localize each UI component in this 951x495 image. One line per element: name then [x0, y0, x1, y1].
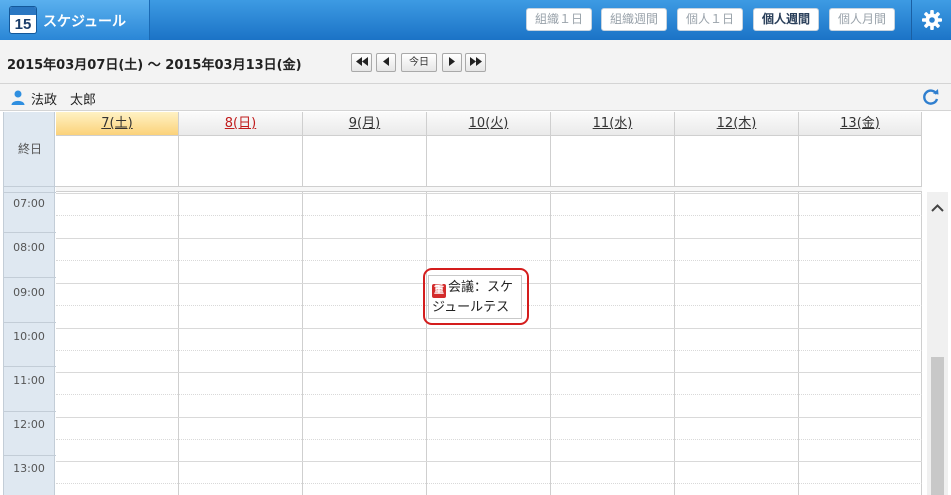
allday-cell[interactable] — [799, 136, 922, 186]
time-label: 10:00 — [13, 330, 45, 343]
day-header-tue[interactable]: 10(火) — [427, 112, 551, 136]
scrollbar-thumb[interactable] — [931, 357, 944, 495]
date-toolbar: 2015年03月07日(土) ～ 2015年03月13日(金) 今日 — [0, 40, 951, 84]
double-left-icon — [355, 57, 368, 66]
hour-line — [56, 372, 922, 373]
hour-line — [56, 328, 922, 329]
schedule-event[interactable]: 重会議：スケジュールテス — [428, 275, 522, 319]
allday-cell[interactable] — [551, 136, 675, 186]
hour-line — [56, 238, 922, 239]
refresh-icon[interactable] — [922, 88, 940, 106]
date-range-label: 2015年03月07日(土) ～ 2015年03月13日(金) — [7, 58, 302, 73]
half-hour-line — [56, 394, 922, 395]
allday-cell[interactable] — [56, 136, 179, 186]
view-personal-week-button[interactable]: 個人週間 — [753, 8, 820, 31]
vertical-scrollbar[interactable] — [927, 192, 948, 495]
hour-line — [56, 417, 922, 418]
half-hour-line — [56, 350, 922, 351]
hour-line — [56, 461, 922, 462]
calendar-icon-day: 15 — [14, 16, 32, 33]
prev-week-button[interactable] — [376, 53, 396, 72]
day-header-wed[interactable]: 11(水) — [551, 112, 675, 136]
half-hour-line — [56, 439, 922, 440]
right-icon — [449, 57, 455, 66]
half-hour-line — [56, 483, 922, 484]
time-column: 終日 07:00 08:00 09:00 10:00 11:00 12:00 1… — [3, 112, 56, 495]
chevron-up-icon[interactable] — [931, 204, 944, 212]
allday-label: 終日 — [17, 142, 42, 156]
view-personal-day-button[interactable]: 個人１日 — [677, 8, 744, 31]
time-label: 08:00 — [13, 241, 45, 254]
user-bar: 法政 太郎 — [0, 84, 951, 111]
day-header-sat[interactable]: 7(土) — [56, 112, 179, 136]
time-label: 13:00 — [13, 462, 45, 475]
important-badge: 重 — [432, 284, 446, 298]
allday-cell[interactable] — [675, 136, 799, 186]
app-header: 15 スケジュール 組織１日 組織週間 個人１日 個人週間 個人月間 — [0, 0, 951, 40]
time-label: 09:00 — [13, 286, 45, 299]
half-hour-line — [56, 260, 922, 261]
person-icon — [11, 90, 25, 105]
user-name: 法政 太郎 — [31, 93, 97, 108]
time-label: 11:00 — [13, 374, 45, 387]
day-header-sun[interactable]: 8(日) — [179, 112, 303, 136]
time-label: 12:00 — [13, 418, 45, 431]
next-week-button[interactable] — [442, 53, 462, 72]
last-week-button[interactable] — [465, 53, 486, 72]
hour-line — [56, 193, 922, 194]
app-title: スケジュール — [43, 14, 127, 30]
time-label: 07:00 — [13, 197, 45, 210]
allday-cell[interactable] — [427, 136, 551, 186]
day-header-fri[interactable]: 13(金) — [799, 112, 922, 136]
view-org-week-button[interactable]: 組織週間 — [601, 8, 668, 31]
left-icon — [383, 57, 389, 66]
view-personal-month-button[interactable]: 個人月間 — [829, 8, 896, 31]
double-right-icon — [469, 57, 482, 66]
week-calendar-grid: 終日 07:00 08:00 09:00 10:00 11:00 12:00 1… — [0, 112, 951, 495]
day-header-thu[interactable]: 12(木) — [675, 112, 799, 136]
app-title-tab[interactable]: 15 スケジュール — [0, 0, 150, 40]
settings-button[interactable] — [911, 0, 951, 40]
gear-icon — [922, 10, 942, 30]
allday-cell[interactable] — [303, 136, 427, 186]
today-button[interactable]: 今日 — [401, 53, 437, 72]
day-header-mon[interactable]: 9(月) — [303, 112, 427, 136]
view-org-day-button[interactable]: 組織１日 — [526, 8, 593, 31]
calendar-icon: 15 — [9, 6, 37, 34]
allday-cell[interactable] — [179, 136, 303, 186]
half-hour-line — [56, 215, 922, 216]
first-week-button[interactable] — [351, 53, 372, 72]
